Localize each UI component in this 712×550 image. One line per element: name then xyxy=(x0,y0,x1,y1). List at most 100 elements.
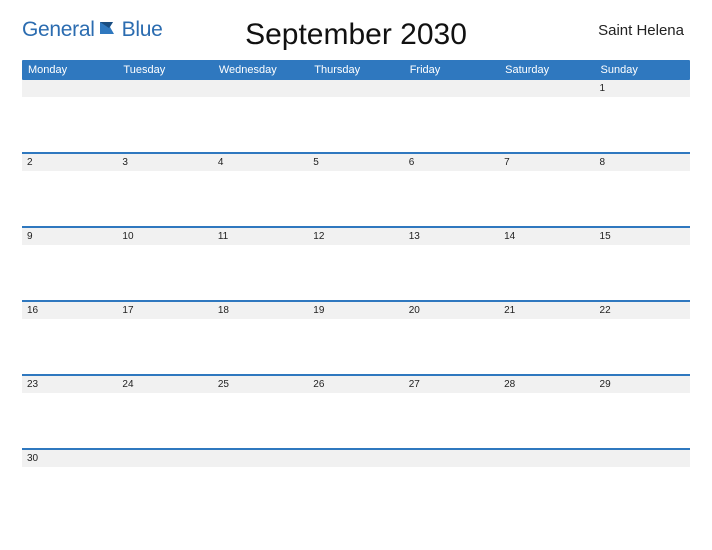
day-cell: 27 xyxy=(404,376,499,448)
brand-text-general: General xyxy=(22,18,95,42)
date-number: 26 xyxy=(308,376,403,393)
date-number xyxy=(308,450,403,467)
week-row: 1 xyxy=(22,80,690,152)
day-cell: 20 xyxy=(404,302,499,374)
date-number: 20 xyxy=(404,302,499,319)
day-cell xyxy=(22,80,117,152)
day-header: Tuesday xyxy=(117,60,212,80)
day-cell: 5 xyxy=(308,154,403,226)
day-cell: 11 xyxy=(213,228,308,300)
day-header: Monday xyxy=(22,60,117,80)
day-cell: 17 xyxy=(117,302,212,374)
day-cell: 15 xyxy=(595,228,690,300)
day-cell: 1 xyxy=(595,80,690,152)
day-cell: 16 xyxy=(22,302,117,374)
day-cell: 9 xyxy=(22,228,117,300)
day-cell: 7 xyxy=(499,154,594,226)
date-number: 25 xyxy=(213,376,308,393)
day-cell: 22 xyxy=(595,302,690,374)
date-number xyxy=(117,450,212,467)
day-cell xyxy=(117,80,212,152)
date-number: 10 xyxy=(117,228,212,245)
date-number: 19 xyxy=(308,302,403,319)
week-row: 16 17 18 19 20 21 22 xyxy=(22,300,690,374)
day-cell: 12 xyxy=(308,228,403,300)
date-number xyxy=(404,80,499,97)
date-number xyxy=(595,450,690,467)
day-cell xyxy=(213,450,308,508)
day-cell: 18 xyxy=(213,302,308,374)
day-cell: 10 xyxy=(117,228,212,300)
day-cell xyxy=(117,450,212,508)
day-cell: 26 xyxy=(308,376,403,448)
day-cell xyxy=(595,450,690,508)
day-cell xyxy=(499,80,594,152)
date-number xyxy=(404,450,499,467)
flag-icon xyxy=(99,18,119,42)
day-cell xyxy=(308,80,403,152)
date-number: 16 xyxy=(22,302,117,319)
brand-text-blue: Blue xyxy=(122,18,163,42)
date-number xyxy=(213,80,308,97)
day-cell: 4 xyxy=(213,154,308,226)
day-cell: 30 xyxy=(22,450,117,508)
calendar-grid: Monday Tuesday Wednesday Thursday Friday… xyxy=(22,60,690,508)
day-cell: 23 xyxy=(22,376,117,448)
region-label: Saint Helena xyxy=(598,22,684,39)
date-number: 15 xyxy=(595,228,690,245)
date-number: 8 xyxy=(595,154,690,171)
date-number: 12 xyxy=(308,228,403,245)
week-row: 9 10 11 12 13 14 15 xyxy=(22,226,690,300)
day-cell: 28 xyxy=(499,376,594,448)
week-row: 2 3 4 5 6 7 8 xyxy=(22,152,690,226)
date-number: 28 xyxy=(499,376,594,393)
day-cell: 19 xyxy=(308,302,403,374)
day-cell: 2 xyxy=(22,154,117,226)
date-number xyxy=(499,80,594,97)
day-cell: 6 xyxy=(404,154,499,226)
day-cell xyxy=(404,450,499,508)
date-number xyxy=(499,450,594,467)
day-header: Sunday xyxy=(595,60,690,80)
date-number: 2 xyxy=(22,154,117,171)
brand-logo: General Blue xyxy=(22,18,162,42)
day-header: Thursday xyxy=(308,60,403,80)
day-cell xyxy=(308,450,403,508)
day-cell: 21 xyxy=(499,302,594,374)
date-number: 21 xyxy=(499,302,594,319)
day-cell xyxy=(499,450,594,508)
date-number: 6 xyxy=(404,154,499,171)
date-number: 5 xyxy=(308,154,403,171)
date-number: 24 xyxy=(117,376,212,393)
day-cell: 8 xyxy=(595,154,690,226)
date-number: 22 xyxy=(595,302,690,319)
day-header: Friday xyxy=(404,60,499,80)
day-header: Wednesday xyxy=(213,60,308,80)
date-number: 1 xyxy=(595,80,690,97)
day-header: Saturday xyxy=(499,60,594,80)
date-number: 23 xyxy=(22,376,117,393)
day-cell xyxy=(213,80,308,152)
week-row: 30 xyxy=(22,448,690,508)
day-cell: 29 xyxy=(595,376,690,448)
date-number xyxy=(117,80,212,97)
date-number: 11 xyxy=(213,228,308,245)
day-header-row: Monday Tuesday Wednesday Thursday Friday… xyxy=(22,60,690,80)
header: General Blue September 2030 Saint Helena xyxy=(22,16,690,42)
date-number: 17 xyxy=(117,302,212,319)
date-number: 27 xyxy=(404,376,499,393)
date-number xyxy=(308,80,403,97)
week-row: 23 24 25 26 27 28 29 xyxy=(22,374,690,448)
date-number: 3 xyxy=(117,154,212,171)
date-number: 9 xyxy=(22,228,117,245)
date-number: 4 xyxy=(213,154,308,171)
date-number xyxy=(213,450,308,467)
date-number xyxy=(22,80,117,97)
date-number: 29 xyxy=(595,376,690,393)
date-number: 13 xyxy=(404,228,499,245)
day-cell: 3 xyxy=(117,154,212,226)
day-cell xyxy=(404,80,499,152)
date-number: 30 xyxy=(22,450,117,467)
day-cell: 24 xyxy=(117,376,212,448)
day-cell: 13 xyxy=(404,228,499,300)
